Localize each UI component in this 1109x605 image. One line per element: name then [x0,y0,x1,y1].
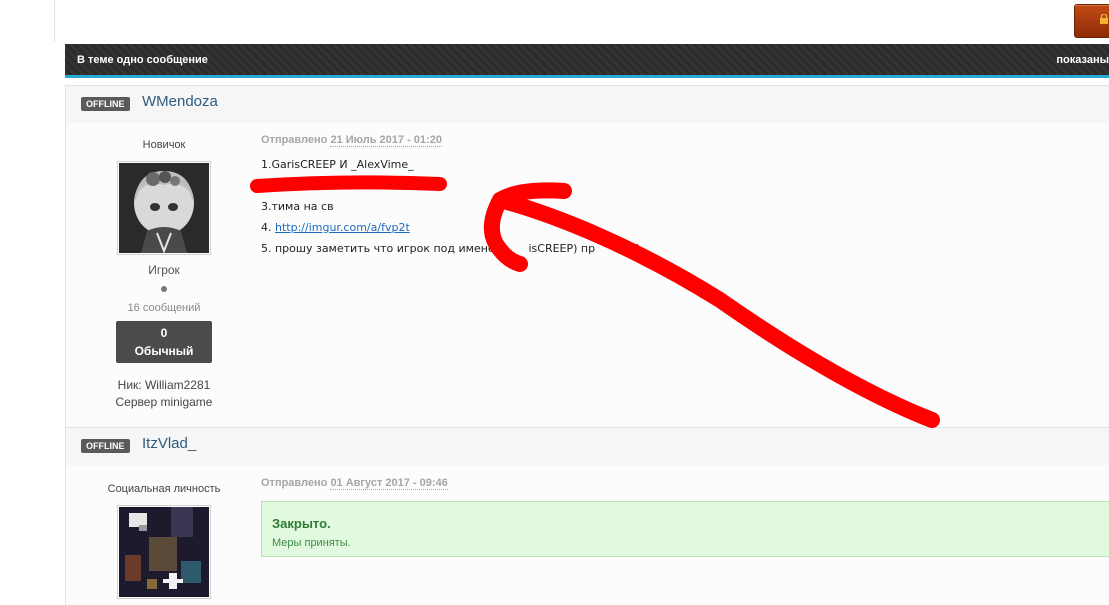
offline-badge: OFFLINE [81,97,130,111]
page-left-rule [54,0,55,42]
closed-notice: Закрыто. Меры приняты. [261,501,1109,557]
closed-notice-text: Меры приняты. [272,537,351,549]
avatar-image [119,507,209,597]
forum-post: OFFLINE ItzVlad_ Социальная личность Отп… [65,427,1109,605]
post-header: OFFLINE WMendoza [66,85,1109,124]
topic-lock-button[interactable] [1074,4,1109,38]
post-line-4: 4. http://imgur.com/a/fvp2t [261,221,640,242]
post-line-1: 1.GarisCREEP И _AlexVime_ [261,158,414,171]
avatar[interactable] [117,161,211,255]
rank-title: Социальная личность [107,483,221,495]
post-content: 1.GarisCREEP И _AlexVime_ 3.тима на св 4… [261,158,640,263]
forum-post: OFFLINE WMendoza Новичок Игрок 16 сообще… [65,85,1109,427]
post-line-5-d: ! [635,242,640,255]
group-name: Игрок [148,263,180,277]
offline-badge: OFFLINE [81,439,130,453]
avatar-image [119,163,209,253]
author-info: Социальная личность [96,483,232,599]
post-date-prefix: Отправлено [261,134,328,146]
server-field: Сервер minigame [115,395,213,409]
post-line-5-b: isCREEP) [528,242,581,255]
post-line-2-redacted [261,179,640,200]
author-info: Новичок Игрок 16 сообщений 0 Обычный Ник… [96,139,232,409]
post-line-3: 3.тима на св [261,200,334,213]
reputation-label: Обычный [134,344,194,358]
post-line-5-a: 5. прошу заметить что игрок под именем [261,242,507,255]
post-body: Новичок Игрок 16 сообщений 0 Обычный Ник… [66,123,1109,427]
post-count: 16 сообщений [127,302,201,314]
post-line-5: 5. прошу заметить что игрок под именем i… [261,242,640,263]
status-dot [161,286,167,292]
post-line-4-prefix: 4. [261,221,275,234]
post-date: Отправлено 21 Июль 2017 - 01:20 [261,134,442,147]
post-date-value[interactable]: 01 Август 2017 - 09:46 [330,477,448,490]
closed-notice-title: Закрыто. [272,516,331,531]
post-body: Социальная личность Отправлено 01 Август… [66,465,1109,605]
author-name-link[interactable]: WMendoza [142,93,218,110]
nick-field: Ник: William2281 [117,378,211,392]
reputation-box: 0 Обычный [116,321,212,363]
author-name-link[interactable]: ItzVlad_ [142,435,196,452]
reputation-value: 0 [160,326,168,340]
topic-shown-label: показаны [1056,54,1109,66]
avatar[interactable] [117,505,211,599]
topic-header-bar: В теме одно сообщение показаны [65,44,1109,78]
topic-message-count: В теме одно сообщение [77,54,208,66]
post-line-5-c: пр [580,242,596,255]
post-date-prefix: Отправлено [261,477,328,489]
post-date: Отправлено 01 Август 2017 - 09:46 [261,477,448,490]
post-header: OFFLINE ItzVlad_ [66,427,1109,466]
rank-title: Новичок [142,139,186,151]
post-date-value[interactable]: 21 Июль 2017 - 01:20 [330,134,442,147]
imgur-link[interactable]: http://imgur.com/a/fvp2t [275,221,410,234]
lock-icon [1100,14,1108,24]
